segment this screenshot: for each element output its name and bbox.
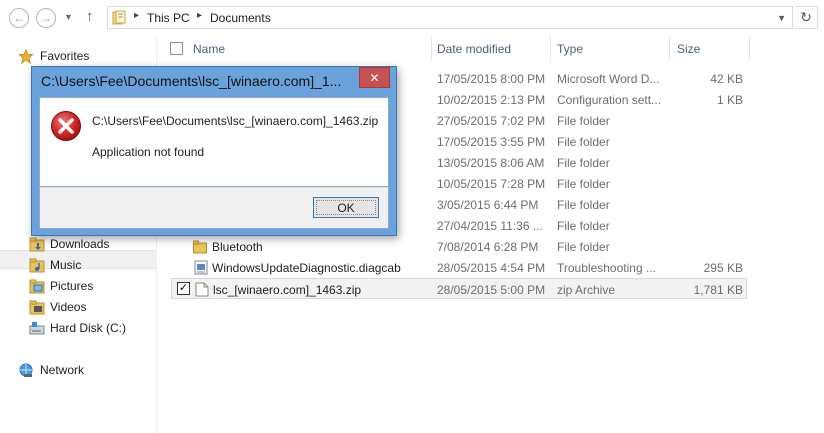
address-bar[interactable]: ▸ This PC ▸ Documents ▼ [107, 6, 793, 29]
dialog-title: C:\Users\Fee\Documents\lsc_[winaero.com]… [41, 73, 342, 89]
dialog-path-text: C:\Users\Fee\Documents\lsc_[winaero.com]… [92, 114, 379, 128]
address-dropdown-icon[interactable]: ▼ [777, 13, 786, 23]
up-one-level-button[interactable]: ↑ [86, 8, 94, 25]
row-type: Configuration sett... [557, 93, 662, 107]
row-type: Troubleshooting ... [557, 261, 656, 275]
back-arrow-icon: ← [13, 11, 25, 25]
nav-item-pictures[interactable]: Pictures [0, 276, 157, 297]
nav-item-downloads[interactable]: Downloads [0, 234, 157, 255]
row-date: 27/05/2015 7:02 PM [437, 114, 546, 128]
refresh-icon: ↻ [800, 9, 812, 25]
nav-item-videos[interactable]: Videos [0, 297, 157, 318]
column-type-header[interactable]: Type [557, 42, 583, 56]
dialog-close-button[interactable]: ✕ [359, 67, 390, 88]
breadcrumb-this-pc[interactable]: This PC [147, 11, 190, 25]
error-dialog: C:\Users\Fee\Documents\lsc_[winaero.com]… [31, 66, 397, 236]
row-date: 28/05/2015 4:54 PM [437, 261, 546, 275]
row-date: 10/02/2015 2:13 PM [437, 93, 546, 107]
refresh-button[interactable]: ↻ [795, 6, 818, 29]
column-divider[interactable] [749, 36, 750, 61]
column-name-header[interactable]: Name [193, 42, 225, 56]
row-type: File folder [557, 156, 610, 170]
forward-arrow-icon: → [40, 11, 52, 25]
drive-icon [29, 322, 45, 335]
breadcrumb-documents[interactable]: Documents [210, 11, 271, 25]
dialog-message: Application not found [92, 145, 205, 159]
pictures-folder-icon [29, 279, 45, 294]
row-date: 13/05/2015 8:06 AM [437, 156, 545, 170]
dialog-body: C:\Users\Fee\Documents\lsc_[winaero.com]… [39, 97, 389, 187]
row-name: Bluetooth [212, 240, 263, 254]
forward-button[interactable]: → [36, 8, 56, 28]
ok-button[interactable]: OK [313, 197, 379, 218]
nav-label: Videos [50, 300, 87, 314]
navigation-bar: ← → ▼ ↑ ▸ This PC ▸ Documents ▼ ↻ [0, 0, 824, 36]
row-date: 17/05/2015 3:55 PM [437, 135, 546, 149]
star-icon [18, 49, 34, 64]
row-size: 1 KB [716, 93, 743, 107]
nav-item-favorites[interactable]: Favorites [0, 46, 157, 67]
row-size: 1,781 KB [693, 283, 743, 297]
diagcab-file-icon [194, 260, 208, 275]
nav-label: Favorites [40, 49, 90, 63]
row-date: 27/04/2015 11:36 ... [437, 219, 543, 233]
row-size: 295 KB [703, 261, 743, 275]
row-type: File folder [557, 114, 610, 128]
row-date: 17/05/2015 8:00 PM [437, 72, 546, 86]
row-type: File folder [557, 219, 610, 233]
row-date: 3/05/2015 6:44 PM [437, 198, 539, 212]
row-type: zip Archive [557, 283, 616, 297]
row-size: 42 KB [710, 72, 743, 86]
error-icon [51, 111, 81, 141]
breadcrumb-separator-icon[interactable]: ▸ [197, 10, 202, 21]
column-divider[interactable] [669, 36, 670, 61]
column-date-header[interactable]: Date modified [437, 42, 511, 56]
recent-locations-dropdown[interactable]: ▼ [64, 12, 73, 22]
table-row[interactable]: Bluetooth 7/08/2014 6:28 PM File folder [158, 236, 824, 257]
close-icon: ✕ [369, 70, 380, 85]
row-type: File folder [557, 177, 610, 191]
row-type: File folder [557, 135, 610, 149]
table-row-selected[interactable]: ✓ lsc_[winaero.com]_1463.zip 28/05/2015 … [171, 278, 747, 299]
nav-item-music[interactable]: Music [0, 255, 157, 276]
nav-label: Hard Disk (C:) [50, 321, 127, 335]
row-checkbox[interactable]: ✓ [177, 282, 190, 295]
column-divider[interactable] [431, 36, 432, 61]
row-date: 28/05/2015 5:00 PM [437, 283, 546, 297]
column-divider[interactable] [550, 36, 551, 61]
row-name: lsc_[winaero.com]_1463.zip [213, 283, 362, 297]
row-type: File folder [557, 198, 610, 212]
downloads-folder-icon [29, 237, 45, 252]
dialog-footer: OK [39, 187, 389, 229]
select-all-checkbox[interactable] [170, 42, 183, 55]
zip-file-icon [195, 282, 209, 297]
music-folder-icon [29, 258, 45, 273]
documents-folder-icon [112, 10, 126, 25]
nav-label: Music [50, 258, 82, 272]
nav-item-hard-disk[interactable]: Hard Disk (C:) [0, 318, 157, 339]
nav-label: Network [40, 363, 85, 377]
row-type: Microsoft Word D... [557, 72, 660, 86]
row-date: 7/08/2014 6:28 PM [437, 240, 539, 254]
nav-label: Pictures [50, 279, 94, 293]
nav-item-network[interactable]: Network [0, 360, 157, 381]
network-icon [19, 363, 33, 377]
row-date: 10/05/2015 7:28 PM [437, 177, 546, 191]
nav-label: Downloads [50, 237, 110, 251]
breadcrumb-separator-icon[interactable]: ▸ [134, 10, 139, 21]
row-type: File folder [557, 240, 610, 254]
column-size-header[interactable]: Size [677, 42, 700, 56]
row-name: WindowsUpdateDiagnostic.diagcab [212, 261, 401, 275]
videos-folder-icon [29, 300, 45, 315]
back-button[interactable]: ← [9, 8, 29, 28]
table-row[interactable]: WindowsUpdateDiagnostic.diagcab 28/05/20… [158, 257, 824, 278]
column-header: Name Date modified Type Size [158, 36, 824, 61]
folder-icon [193, 240, 207, 254]
